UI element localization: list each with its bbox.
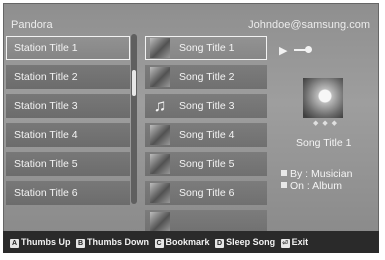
song-thumbnail: [150, 125, 170, 145]
sleep-song-button[interactable]: D Sleep Song: [212, 231, 275, 253]
song-item-4[interactable]: Song Title 4: [145, 123, 267, 147]
song-item-2[interactable]: Song Title 2: [145, 65, 267, 89]
station-item-5[interactable]: Station Title 5: [6, 152, 130, 176]
song-item-6[interactable]: Song Title 6: [145, 181, 267, 205]
bullet-icon: [281, 170, 287, 176]
song-item-5[interactable]: Song Title 5: [145, 152, 267, 176]
song-title: Song Title 1: [179, 42, 235, 54]
thumbs-down-button[interactable]: B Thumbs Down: [73, 231, 149, 253]
song-list: Song Title 1 Song Title 2 ♫ Song Title 3…: [145, 36, 267, 239]
c-key-icon: C: [154, 239, 164, 248]
song-title: Song Title 6: [179, 187, 235, 199]
album-row: On : Album: [281, 180, 342, 192]
station-item-2[interactable]: Station Title 2: [6, 65, 130, 89]
station-scrollbar-track[interactable]: [131, 34, 137, 204]
app-title: Pandora: [11, 19, 53, 31]
station-item-3[interactable]: Station Title 3: [6, 94, 130, 118]
song-title: Song Title 5: [179, 158, 235, 170]
now-playing-title: Song Title 1: [296, 137, 352, 149]
song-title: Song Title 2: [179, 71, 235, 83]
song-item-3[interactable]: ♫ Song Title 3: [145, 94, 267, 118]
song-thumbnail: [150, 154, 170, 174]
station-item-4[interactable]: Station Title 4: [6, 123, 130, 147]
account-email: Johndoe@samsung.com: [248, 19, 370, 31]
song-thumbnail: [150, 183, 170, 203]
song-thumbnail: [150, 67, 170, 87]
bullet-icon: [281, 182, 287, 188]
album-art: [303, 78, 343, 118]
d-key-icon: D: [215, 239, 225, 248]
artist-row: By : Musician: [281, 168, 352, 180]
album-label: On : Album: [290, 180, 342, 192]
play-icon: ▶: [279, 45, 288, 57]
footer-help-bar: A Thumbs Up B Thumbs Down C Bookmark D Sleep…: [3, 231, 379, 253]
song-item-1[interactable]: Song Title 1: [145, 36, 267, 60]
station-item-6[interactable]: Station Title 6: [6, 181, 130, 205]
exit-button[interactable]: ⏎ Exit: [278, 231, 308, 253]
artist-label: By : Musician: [290, 168, 353, 180]
bookmark-button[interactable]: C Bookmark: [152, 231, 210, 253]
song-thumbnail: [150, 212, 170, 232]
station-list: Station Title 1 Station Title 2 Station …: [6, 36, 130, 210]
thumbs-up-button[interactable]: A Thumbs Up: [7, 231, 71, 253]
station-scrollbar-thumb[interactable]: [132, 70, 136, 96]
song-title: Song Title 4: [179, 129, 235, 141]
b-key-icon: B: [76, 239, 86, 248]
rating-icons: ◆ ◆ ◆: [313, 120, 339, 127]
station-item-1[interactable]: Station Title 1: [6, 36, 130, 60]
song-thumbnail: [150, 38, 170, 58]
song-title: Song Title 3: [179, 100, 235, 112]
exit-key-icon: ⏎: [280, 239, 290, 248]
music-note-icon: ♫: [153, 96, 167, 115]
a-key-icon: A: [10, 239, 19, 248]
